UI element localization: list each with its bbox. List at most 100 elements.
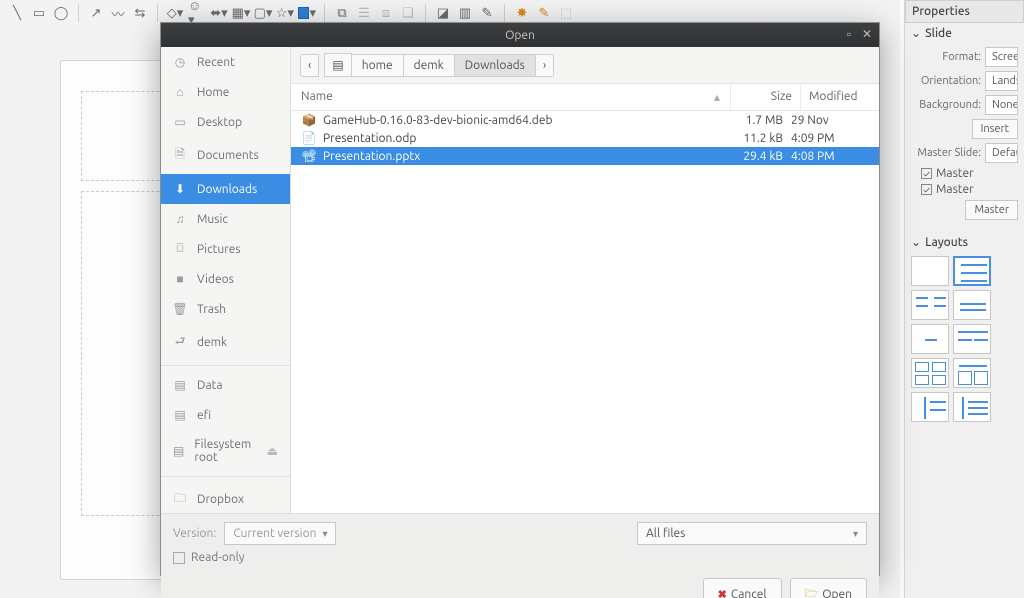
arrange-icon[interactable]: ❏ [399, 4, 417, 22]
background-field[interactable]: None [985, 95, 1018, 115]
layout-title-content[interactable] [953, 256, 991, 286]
sidebar-item-home[interactable]: ⌂Home [161, 77, 290, 107]
close-icon[interactable]: ✕ [859, 26, 875, 42]
place-icon: ▤ [173, 378, 187, 392]
grid-icon[interactable]: ▦▾ [232, 4, 250, 22]
eject-icon[interactable]: ⏏ [267, 444, 278, 458]
header-size[interactable]: Size [731, 84, 801, 110]
sidebar-item-label: Desktop [197, 116, 242, 129]
gluepoint-icon[interactable]: ✸ [513, 4, 531, 22]
slide-section-label: Slide [925, 27, 952, 40]
file-row[interactable]: 📄Presentation.odp11.2 kB4:09 PM [291, 129, 879, 147]
align-icon[interactable]: ☰ [355, 4, 373, 22]
group-icon[interactable]: ⧈ [377, 4, 395, 22]
smiley-icon[interactable]: ☺▾ [188, 4, 206, 22]
open-button[interactable]: 🗁Open [790, 578, 867, 598]
sidebar-item-downloads[interactable]: ⬇ Downloads [161, 174, 290, 204]
sidebar-item-label: Downloads [197, 183, 257, 196]
sidebar-item-desktop[interactable]: ▭Desktop [161, 107, 290, 137]
place-icon: ⮐ [173, 332, 187, 353]
extrusion-icon[interactable]: ⬚ [557, 4, 575, 22]
sidebar-item-documents[interactable]: 🗎Documents [161, 137, 290, 174]
format-field[interactable]: Screen [985, 47, 1018, 67]
layout-4boxes[interactable] [911, 358, 949, 388]
chevron-down-icon: ⌄ [911, 235, 921, 249]
path-back-button[interactable]: ‹ [300, 54, 319, 77]
crop-icon[interactable]: ⧉ [333, 4, 351, 22]
version-combo[interactable]: Current version▾ [224, 522, 336, 545]
layout-title-only[interactable] [953, 290, 991, 320]
fill-color-icon[interactable]: ▾ [298, 4, 316, 22]
orientation-field[interactable]: Landscape [985, 71, 1018, 91]
header-name[interactable]: Name ▴ [291, 84, 731, 110]
star-icon[interactable]: ☆▾ [276, 4, 294, 22]
layout-3rows[interactable] [953, 358, 991, 388]
file-type-combo[interactable]: All files▾ [637, 522, 867, 545]
master-slide-button[interactable]: Master [965, 200, 1018, 220]
file-icon: 📽 [301, 149, 317, 163]
filter-icon[interactable]: ▥ [456, 4, 474, 22]
sidebar-item-trash[interactable]: 🗑Trash [161, 294, 290, 324]
master-bg-checkbox[interactable]: ✓Master [921, 167, 1018, 180]
cancel-button[interactable]: ✖Cancel [703, 578, 782, 598]
layout-2col[interactable] [953, 324, 991, 354]
dialog-titlebar[interactable]: Open ▫ ✕ [161, 23, 879, 47]
rect-icon[interactable]: ▭ [30, 4, 48, 22]
master-slide-field[interactable]: Default [985, 143, 1018, 163]
background-label: Background: [911, 99, 981, 111]
line-icon[interactable]: ╲ [8, 4, 26, 22]
version-label: Version: [173, 527, 216, 540]
layouts-section[interactable]: ⌄Layouts [905, 232, 1024, 252]
header-modified[interactable]: Modified [801, 84, 879, 110]
slide-section[interactable]: ⌄Slide [905, 23, 1024, 43]
file-modified: 4:08 PM [791, 150, 869, 163]
sidebar-item-filesystem-root[interactable]: ▤Filesystem root⏏ [161, 430, 290, 472]
layout-split-v[interactable] [911, 392, 949, 422]
sidebar-item-label: efi [197, 409, 211, 422]
insert-image-button[interactable]: Insert [972, 119, 1018, 139]
sidebar-item-demk[interactable]: ⮐demk [161, 324, 290, 361]
connector-icon[interactable]: ⇆ [131, 4, 149, 22]
path-home[interactable]: home [351, 54, 404, 77]
file-size: 1.7 MB [721, 114, 791, 127]
place-icon: ⬇ [173, 182, 187, 196]
open-dialog: Open ▫ ✕ ◷Recent⌂Home▭Desktop🗎Documents⬇… [160, 22, 880, 576]
chevron-down-icon: ▾ [322, 528, 327, 540]
dialog-title: Open [505, 29, 535, 42]
sidebar-item-efi[interactable]: ▤efi [161, 400, 290, 430]
layout-centered[interactable] [911, 324, 949, 354]
path-user[interactable]: demk [403, 54, 455, 77]
gradient-icon[interactable]: ✎ [478, 4, 496, 22]
layout-blank[interactable] [911, 256, 949, 286]
readonly-checkbox[interactable]: Read-only [173, 551, 867, 564]
circle-icon[interactable]: ◯ [52, 4, 70, 22]
sidebar-item-label: Dropbox [197, 493, 244, 506]
highlight-icon[interactable]: ✎ [535, 4, 553, 22]
sidebar-item-videos[interactable]: ■Videos [161, 264, 290, 294]
master-slide-label: Master Slide: [911, 147, 981, 159]
sidebar-item-dropbox[interactable]: 🗀Dropbox [161, 481, 290, 513]
file-size: 29.4 kB [721, 150, 791, 163]
maximize-icon[interactable]: ▫ [841, 26, 857, 42]
sidebar-item-recent[interactable]: ◷Recent [161, 47, 290, 77]
callout-icon[interactable]: ▢▾ [254, 4, 272, 22]
arrow-icon[interactable]: ↗ [87, 4, 105, 22]
file-list[interactable]: 📦GameHub-0.16.0-83-dev-bionic-amd64.deb1… [291, 111, 879, 513]
layout-side-text[interactable] [953, 392, 991, 422]
path-current[interactable]: Downloads [454, 54, 536, 77]
sidebar-item-pictures[interactable]: ⌼Pictures [161, 234, 290, 264]
curve-icon[interactable]: 〰 [109, 4, 127, 22]
block-arrow-icon[interactable]: ⬌▾ [210, 4, 228, 22]
master-objects-checkbox[interactable]: ✓Master [921, 183, 1018, 196]
shadow-icon[interactable]: ◪ [434, 4, 452, 22]
file-modified: 29 Nov [791, 114, 869, 127]
sidebar-item-music[interactable]: ♫Music [161, 204, 290, 234]
properties-title: Properties [905, 0, 1024, 23]
file-row[interactable]: 📦GameHub-0.16.0-83-dev-bionic-amd64.deb1… [291, 111, 879, 129]
layout-title-2content[interactable] [911, 290, 949, 320]
sidebar-item-data[interactable]: ▤Data [161, 370, 290, 400]
path-forward-button[interactable]: › [535, 54, 554, 77]
basic-shape-icon[interactable]: ◇▾ [166, 4, 184, 22]
file-row[interactable]: 📽Presentation.pptx29.4 kB4:08 PM [291, 147, 879, 165]
path-root-icon[interactable]: ▤ [324, 53, 351, 77]
